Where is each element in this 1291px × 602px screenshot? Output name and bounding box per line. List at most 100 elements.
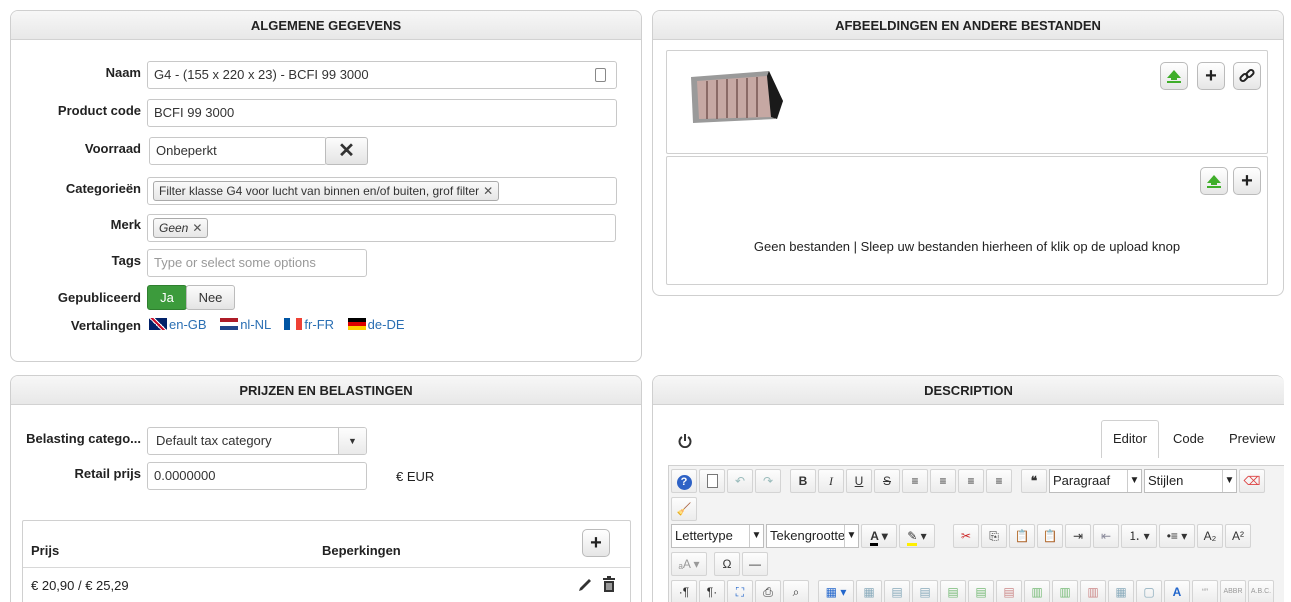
numbered-list-button[interactable]: ⒈ ▾ — [1121, 524, 1157, 548]
row-remove-icon: ▤ — [1003, 585, 1015, 599]
highlight-button[interactable]: ✎ ▾ — [899, 524, 935, 548]
paste-text-button[interactable]: 📋 — [1037, 524, 1063, 548]
outdent-button[interactable]: ⇤ — [1093, 524, 1119, 548]
rtl-button[interactable]: ¶· — [699, 580, 725, 602]
cut-button[interactable]: ✂ — [953, 524, 979, 548]
prices-table: Prijs Beperkingen + € 20,90 / € 25,29 — [22, 520, 631, 602]
table-tool-10[interactable]: ▦ — [1108, 580, 1134, 602]
translation-en-gb[interactable]: en-GB — [149, 317, 210, 332]
bold-button[interactable]: B — [790, 469, 816, 493]
strikethrough-button[interactable]: S — [874, 469, 900, 493]
size-select[interactable]: Tekengrootte ▼ — [766, 524, 859, 548]
images-dropzone[interactable]: + — [666, 50, 1268, 154]
special-char-button[interactable]: Ω — [714, 552, 740, 576]
copy-button[interactable]: ⎘ — [981, 524, 1007, 548]
broom-icon: 🧹 — [676, 502, 692, 516]
table-tool-11[interactable]: ▢ — [1136, 580, 1162, 602]
table-tool-8[interactable]: ▥ — [1052, 580, 1078, 602]
text-color-button[interactable]: A ▾ — [861, 524, 897, 548]
clear-stock-button[interactable]: ✕ — [325, 137, 368, 165]
edit-pencil-icon[interactable] — [578, 576, 594, 592]
published-yes-button[interactable]: Ja — [147, 285, 187, 310]
new-document-button[interactable] — [699, 469, 725, 493]
prices-panel-title: PRIJZEN EN BELASTINGEN — [11, 376, 641, 405]
remove-format-button[interactable]: ⌫ — [1239, 469, 1265, 493]
table-tool-3[interactable]: ▤ — [912, 580, 938, 602]
font-size-button[interactable]: ₐA ▾ — [671, 552, 707, 576]
tab-preview[interactable]: Preview — [1229, 431, 1275, 446]
stock-field[interactable]: Onbeperkt — [149, 137, 327, 165]
translation-de-de[interactable]: de-DE — [347, 317, 405, 332]
published-no-button[interactable]: Nee — [186, 285, 235, 310]
contact-card-icon[interactable] — [595, 68, 606, 82]
trash-icon[interactable] — [602, 576, 616, 592]
redo-button[interactable]: ↷ — [755, 469, 781, 493]
tab-code[interactable]: Code — [1173, 431, 1204, 446]
spellcheck-button[interactable]: A — [1164, 580, 1190, 602]
find-button[interactable]: ⌕ — [783, 580, 809, 602]
acronym-button[interactable]: A.B.C. — [1248, 580, 1274, 602]
categories-field[interactable]: Filter klasse G4 voor lucht van binnen e… — [147, 177, 617, 205]
undo-button[interactable]: ↶ — [727, 469, 753, 493]
retail-field[interactable]: 0.0000000 — [147, 462, 367, 490]
translation-nl-nl[interactable]: nl-NL — [220, 317, 274, 332]
table-delete-icon: ▦ — [863, 585, 875, 599]
underline-button[interactable]: U — [846, 469, 872, 493]
superscript-button[interactable]: A² — [1225, 524, 1251, 548]
chevron-down-icon: ▼ — [1127, 470, 1141, 492]
tags-field[interactable]: Type or select some options — [147, 249, 367, 277]
format-select[interactable]: Paragraaf ▼ — [1049, 469, 1142, 493]
name-field[interactable]: G4 - (155 x 220 x 23) - BCFI 99 3000 — [147, 61, 617, 89]
table-tool-6[interactable]: ▤ — [996, 580, 1022, 602]
quote-tool-button[interactable]: “” — [1192, 580, 1218, 602]
table-tool-7[interactable]: ▥ — [1024, 580, 1050, 602]
upload-image-button[interactable] — [1160, 62, 1188, 90]
brand-field[interactable]: Geen ✕ — [147, 214, 616, 242]
italic-button[interactable]: I — [818, 469, 844, 493]
help-button[interactable]: ? — [671, 469, 697, 493]
tab-editor[interactable]: Editor — [1101, 420, 1159, 458]
indent-button[interactable]: ⇥ — [1065, 524, 1091, 548]
table-tool-2[interactable]: ▤ — [884, 580, 910, 602]
blockquote-button[interactable]: ❝ — [1021, 469, 1047, 493]
remove-chip-icon[interactable]: ✕ — [192, 221, 202, 235]
translation-fr-fr[interactable]: fr-FR — [284, 317, 337, 332]
code-field[interactable]: BCFI 99 3000 — [147, 99, 617, 127]
table-tool-4[interactable]: ▤ — [940, 580, 966, 602]
align-center-button[interactable]: ≡ — [930, 469, 956, 493]
add-file-button[interactable]: + — [1233, 167, 1261, 195]
ltr-button[interactable]: ·¶ — [671, 580, 697, 602]
add-price-button[interactable]: + — [582, 529, 610, 557]
subscript-button[interactable]: A₂ — [1197, 524, 1223, 548]
link-image-button[interactable] — [1233, 62, 1261, 90]
france-flag-icon — [284, 318, 303, 330]
table-button[interactable]: ▦ ▾ — [818, 580, 854, 602]
power-icon[interactable] — [678, 434, 692, 448]
tax-select[interactable]: Default tax category ▼ — [147, 427, 367, 455]
print-button[interactable]: ⎙ — [755, 580, 781, 602]
align-left-button[interactable]: ≡ — [958, 469, 984, 493]
paste-button[interactable]: 📋 — [1009, 524, 1035, 548]
general-panel-title: ALGEMENE GEGEVENS — [11, 11, 641, 40]
horizontal-rule-button[interactable]: — — [742, 552, 768, 576]
product-thumbnail[interactable] — [687, 67, 785, 125]
abbr-button[interactable]: ABBR — [1220, 580, 1246, 602]
justify-button[interactable]: ≡ — [902, 469, 928, 493]
abbr-icon: ABBR — [1223, 588, 1243, 595]
align-right-button[interactable]: ≡ — [986, 469, 1012, 493]
upload-file-button[interactable] — [1200, 167, 1228, 195]
table-tool-9[interactable]: ▥ — [1080, 580, 1106, 602]
currency-label: € EUR — [396, 469, 435, 484]
bullet-list-button[interactable]: •≡ ▾ — [1159, 524, 1195, 548]
table-tool-5[interactable]: ▤ — [968, 580, 994, 602]
remove-chip-icon[interactable]: ✕ — [483, 184, 493, 198]
fullscreen-button[interactable]: ⛶ — [727, 580, 753, 602]
align-justify-icon: ≡ — [911, 474, 919, 488]
add-image-button[interactable]: + — [1197, 62, 1225, 90]
font-size-icon: ₐA — [678, 557, 691, 571]
font-select[interactable]: Lettertype ▼ — [671, 524, 764, 548]
files-dropzone[interactable]: + Geen bestanden | Sleep uw bestanden hi… — [666, 156, 1268, 285]
clean-button[interactable]: 🧹 — [671, 497, 697, 521]
table-tool-1[interactable]: ▦ — [856, 580, 882, 602]
styles-select[interactable]: Stijlen ▼ — [1144, 469, 1237, 493]
